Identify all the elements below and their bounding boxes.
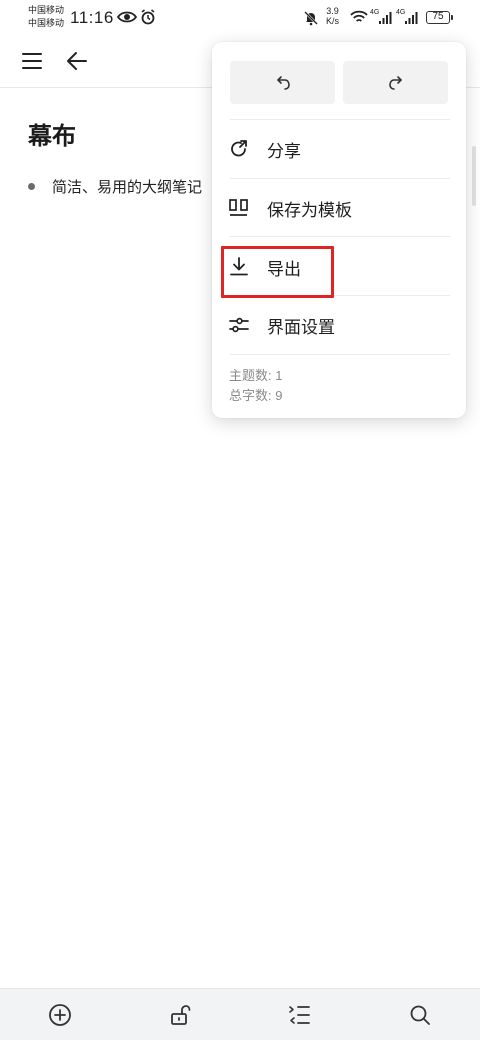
topic-count: 主题数: 1 (229, 368, 283, 383)
undo-redo-group (230, 61, 448, 104)
menu-item-label: 保存为模板 (267, 200, 352, 220)
outline-item-text[interactable]: 简洁、易用的大纲笔记 (52, 176, 202, 197)
signal-bars-2-icon (405, 12, 418, 24)
menu-item-label: 界面设置 (267, 317, 335, 337)
menu-item-save-template[interactable]: 保存为模板 (212, 179, 466, 237)
menu-icon[interactable] (20, 48, 46, 74)
document-stats: 主题数: 1 总字数: 9 (229, 366, 282, 406)
net-speed-unit: K/s (326, 16, 340, 26)
signal-bars-1-icon (379, 12, 392, 24)
battery-icon: 75 (426, 11, 453, 24)
status-bar: 中国移动 中国移动 11:16 3.9 K/s 4G 4G 75 (0, 0, 480, 36)
more-options-menu: 分享 保存为模板 导出 界面设置 主题数: 1 总字数: 9 (212, 42, 466, 418)
eye-icon (117, 11, 137, 23)
alarm-icon (141, 9, 155, 25)
mute-bell-icon (304, 11, 318, 26)
menu-item-label: 分享 (267, 141, 301, 161)
document-title[interactable]: 幕布 (28, 116, 76, 151)
undo-button[interactable] (230, 61, 335, 104)
outline-item[interactable]: 简洁、易用的大纲笔记 (28, 176, 202, 197)
net-speed-value: 3.9 (326, 6, 339, 16)
carrier-2: 中国移动 (28, 18, 65, 28)
status-time: 11:16 (70, 8, 114, 27)
undo-icon (276, 75, 290, 90)
menu-item-share[interactable]: 分享 (212, 120, 466, 178)
menu-divider (230, 354, 450, 355)
export-highlight-box (221, 246, 334, 298)
menu-divider (230, 236, 450, 237)
menu-item-interface-settings[interactable]: 界面设置 (212, 296, 466, 354)
scrollbar-thumb[interactable] (472, 146, 476, 206)
search-icon[interactable] (407, 1002, 433, 1028)
net-speed: 3.9 K/s (326, 6, 339, 26)
redo-button[interactable] (343, 61, 448, 104)
carrier-1: 中国移动 (28, 5, 65, 15)
sliders-icon (229, 317, 249, 333)
signal-type-1: 4G (370, 9, 380, 16)
wifi-icon (350, 10, 368, 22)
share-icon (231, 140, 247, 157)
indent-list-icon[interactable] (287, 1002, 313, 1028)
back-arrow-icon[interactable] (64, 48, 90, 74)
bottom-toolbar (0, 988, 480, 1040)
add-circle-icon[interactable] (47, 1002, 73, 1028)
signal-type-2: 4G (396, 9, 406, 16)
word-count: 总字数: 9 (229, 388, 283, 403)
redo-icon (388, 75, 402, 90)
template-icon (229, 199, 248, 216)
unlock-icon[interactable] (167, 1002, 193, 1028)
bullet-dot[interactable] (28, 183, 35, 190)
